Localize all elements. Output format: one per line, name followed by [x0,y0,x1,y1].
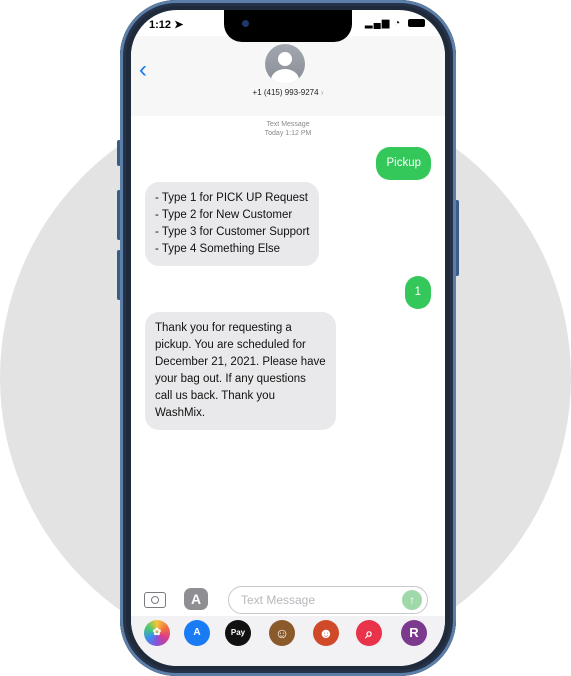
battery-icon [408,19,425,28]
message-line: your bag out. If any questions [155,373,306,385]
search-images-app-icon[interactable]: ⌕ [356,620,382,646]
meta-timestamp: Today 1:12 PM [264,130,312,137]
avatar-head-icon [278,52,292,66]
message-line: WashMix. [155,407,206,419]
message-line: - Type 3 for Customer Support [155,226,310,238]
message-input-placeholder: Text Message [241,593,316,607]
app-store-icon[interactable]: A [184,588,208,610]
back-chevron-icon[interactable]: ‹ [139,58,147,82]
memoji-app-icon[interactable]: ☺ [269,620,295,646]
camera-icon[interactable] [144,592,166,608]
send-arrow-icon[interactable]: ↑ [402,590,422,610]
message-bubble-incoming[interactable]: Thank you for requesting a pickup. You a… [145,312,336,430]
status-indicators: ▂▄▆ ◔ [365,18,425,29]
message-bubble-outgoing[interactable]: Pickup [376,147,431,180]
r-app-icon[interactable]: R [401,620,427,646]
status-time: 1:12 ➤ [149,18,183,31]
message-line: December 21, 2021. Please have [155,356,326,368]
meta-service: Text Message [266,121,310,128]
app-drawer: ✿ A Pay ☺ ☻ ⌕ R [131,616,445,666]
message-bubble-incoming[interactable]: - Type 1 for PICK UP Request - Type 2 fo… [145,182,320,266]
location-arrow-icon: ➤ [171,19,184,31]
front-camera [242,20,249,27]
conversation-header: ‹ +1 (415) 993-9274 › [131,36,445,116]
message-line: - Type 2 for New Customer [155,209,293,221]
message-text: 1 [414,286,421,298]
phone-screen: ‹ +1 (415) 993-9274 › 1:12 ➤ ▂▄▆ ◔ Text … [131,10,445,666]
animoji-app-icon[interactable]: ☻ [313,620,339,646]
compose-bar: A Text Message ↑ [131,584,445,618]
message-line: call us back. Thank you [155,390,275,402]
wifi-icon: ◔ [394,18,402,29]
cellular-signal-icon: ▂▄▆ [364,18,391,29]
contact-number[interactable]: +1 (415) 993-9274 › [131,88,445,97]
message-line: Thank you for requesting a [155,322,292,334]
contact-avatar[interactable] [265,44,305,84]
photos-app-icon[interactable]: ✿ [144,620,170,646]
apple-pay-app-icon[interactable]: Pay [225,620,251,646]
app-store-app-icon[interactable]: A [184,620,210,646]
message-bubble-outgoing[interactable]: 1 [404,276,431,309]
message-text: Pickup [386,157,421,169]
message-line: - Type 1 for PICK UP Request [155,192,308,204]
status-time-text: 1:12 [149,19,172,31]
thread-meta: Text Message Today 1:12 PM [131,120,445,138]
notch [224,10,352,42]
message-input[interactable]: Text Message ↑ [228,586,428,614]
contact-number-text: +1 (415) 993-9274 [252,88,319,97]
avatar-body-icon [271,69,299,84]
message-line: - Type 4 Something Else [155,243,281,255]
contact-chevron-icon: › [320,88,324,97]
message-line: pickup. You are scheduled for [155,339,306,351]
